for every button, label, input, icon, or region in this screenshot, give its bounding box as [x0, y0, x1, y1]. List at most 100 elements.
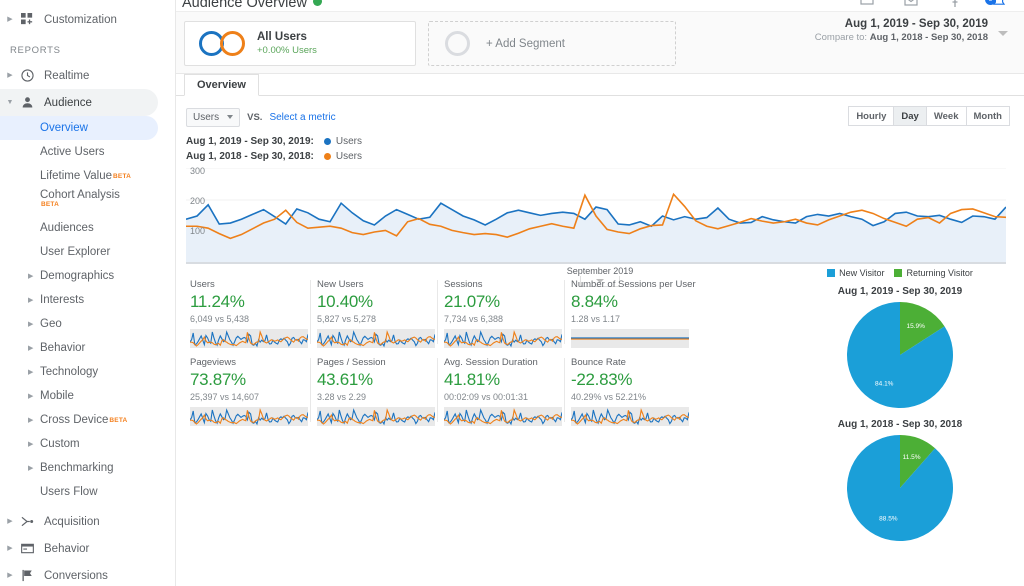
pin-icon[interactable] [948, 0, 962, 11]
metric-card-name: Sessions [444, 279, 483, 290]
compare-range: Aug 1, 2018 - Sep 30, 2018 [869, 32, 988, 43]
expand-arrow-icon: ▶ [28, 369, 34, 376]
sidebar-label-cohort-analysis: Cohort Analysis [40, 189, 120, 201]
segment-name: All Users [257, 31, 307, 43]
select-metric-link[interactable]: Select a metric [269, 112, 335, 123]
sidebar-item-user-explorer[interactable]: User Explorer [0, 240, 175, 264]
legend-label-returning-visitor: Returning Visitor [906, 268, 973, 278]
legend-range-compare: Aug 1, 2018 - Sep 30, 2018: [186, 151, 314, 162]
metric-card-percent: 8.84% [571, 292, 618, 311]
beta-badge: BETA [109, 416, 128, 424]
page-title-text: Audience Overview [182, 0, 307, 11]
granularity-week[interactable]: Week [925, 106, 966, 126]
svg-text:84.1%: 84.1% [875, 381, 894, 388]
metric-card[interactable]: Sessions 21.07% 7,734 vs 6,388 [440, 278, 567, 356]
granularity-month[interactable]: Month [965, 106, 1010, 126]
sidebar-label-audiences: Audiences [40, 222, 94, 234]
sidebar-item-customization[interactable]: ▶ Customization [0, 6, 175, 33]
expand-arrow-icon: ▶ [28, 393, 34, 400]
metric-card-sparkline [189, 407, 309, 426]
sidebar-item-lifetime-value[interactable]: Lifetime Value BETA [0, 164, 175, 188]
pie-chart-compare[interactable]: 11.5% 88.5% [846, 434, 954, 542]
date-range-compare: Compare to: Aug 1, 2018 - Sep 30, 2018 [815, 32, 988, 43]
metric-card[interactable]: New Users 10.40% 5,827 vs 5,278 [313, 278, 440, 356]
sidebar-item-demographics[interactable]: ▶ Demographics [0, 264, 175, 288]
sidebar-label-audience: Audience [44, 96, 92, 109]
metric-card-name: New Users [317, 279, 364, 290]
metric-card[interactable]: Pages / Session 43.61% 3.28 vs 2.29 [313, 356, 440, 434]
sidebar-item-behavior[interactable]: ▶ Behavior [0, 336, 175, 360]
expand-arrow-icon: ▶ [28, 321, 34, 328]
sidebar-item-realtime[interactable]: ▶ Realtime [0, 62, 175, 89]
metric-card[interactable]: Number of Sessions per User 8.84% 1.28 vs … [567, 278, 696, 356]
mail-icon[interactable] [904, 0, 918, 11]
metric-card-sparkline [189, 329, 309, 348]
sidebar-item-overview[interactable]: Overview [0, 116, 158, 140]
granularity-day[interactable]: Day [893, 106, 926, 126]
sidebar-section-reports: REPORTS [10, 45, 61, 56]
pie-legend: New Visitor Returning Visitor [782, 268, 1018, 278]
sidebar-item-audiences[interactable]: Audiences [0, 216, 175, 240]
metric-selector-row: Users VS. Select a metric Hourly Day Wee… [176, 102, 1024, 132]
empty-ring-icon [445, 31, 470, 56]
sidebar-item-mobile[interactable]: ▶ Mobile [0, 384, 175, 408]
expand-arrow-icon: ▶ [7, 71, 13, 79]
compare-prefix: Compare to: [814, 32, 868, 43]
pie-title-current: Aug 1, 2019 - Sep 30, 2019 [837, 286, 963, 297]
metric-card-comparison: 7,734 vs 6,388 [444, 314, 504, 324]
two-rings-icon [199, 30, 253, 57]
sidebar-item-benchmarking[interactable]: ▶ Benchmarking [0, 456, 175, 480]
metric-card-sparkline [571, 329, 689, 348]
expand-arrow-icon: ▶ [28, 273, 34, 280]
sidebar-item-geo[interactable]: ▶ Geo [0, 312, 175, 336]
sidebar-label-behavior-group: Behavior [44, 542, 90, 555]
users-line-chart[interactable]: 300 200 100 [185, 166, 1010, 264]
pie-title-compare: Aug 1, 2018 - Sep 30, 2018 [837, 419, 963, 430]
sidebar-label-technology: Technology [40, 366, 99, 378]
beta-badge: BETA [113, 172, 132, 180]
add-segment-button[interactable]: + Add Segment [428, 21, 676, 66]
sidebar-item-users-flow[interactable]: Users Flow [0, 480, 175, 504]
sidebar-item-conversions[interactable]: ▶ Conversions [0, 562, 175, 586]
metric-card-percent: 41.81% [444, 370, 500, 389]
beta-badge: BETA [41, 201, 60, 208]
granularity-hourly[interactable]: Hourly [848, 106, 894, 126]
metric-card-comparison: 40.29% vs 52.21% [571, 392, 647, 402]
metric-dropdown[interactable]: Users [186, 107, 241, 127]
sidebar-item-technology[interactable]: ▶ Technology [0, 360, 175, 384]
sidebar-label-customization: Customization [44, 13, 117, 26]
date-range-selector[interactable]: Aug 1, 2019 - Sep 30, 2019 Compare to: A… [815, 18, 1010, 43]
sidebar-label-user-explorer: User Explorer [40, 246, 111, 258]
legend-range-primary: Aug 1, 2019 - Sep 30, 2019: [186, 136, 314, 147]
swatch-new-visitor-icon [827, 269, 836, 277]
segment-bar: All Users +0.00% Users + Add Segment Aug… [176, 12, 1024, 74]
page-title: Audience Overview [182, 0, 322, 11]
sidebar-item-behavior-group[interactable]: ▶ Behavior [0, 535, 175, 562]
sidebar-item-acquisition[interactable]: ▶ Acquisition [0, 508, 175, 535]
line-chart-svg [185, 167, 1007, 264]
screen-icon[interactable] [860, 0, 874, 11]
chevron-down-icon [998, 31, 1008, 36]
sidebar-item-custom[interactable]: ▶ Custom [0, 432, 175, 456]
segment-all-users[interactable]: All Users +0.00% Users [184, 21, 416, 66]
sidebar-item-active-users[interactable]: Active Users [0, 140, 175, 164]
sidebar-label-lifetime-value: Lifetime Value [40, 170, 113, 182]
chevron-down-icon [227, 115, 234, 119]
tab-overview[interactable]: Overview [184, 74, 259, 96]
pie-chart-current[interactable]: 15.9% 84.1% [846, 301, 954, 409]
metric-card[interactable]: Pageviews 73.87% 25,397 vs 14,607 [186, 356, 313, 434]
sidebar-item-cross-device[interactable]: ▶ Cross Device BETA [0, 408, 175, 432]
notifications-icon[interactable]: 0 [985, 0, 1006, 11]
sidebar-item-audience[interactable]: ▼ Audience [0, 89, 158, 116]
sidebar-label-behavior: Behavior [40, 342, 86, 354]
svg-text:88.5%: 88.5% [879, 515, 898, 522]
sidebar-label-interests: Interests [40, 294, 85, 306]
metric-card-percent: 21.07% [444, 292, 500, 311]
sidebar-label-demographics: Demographics [40, 270, 115, 282]
metric-card[interactable]: Users 11.24% 6,049 vs 5,438 [186, 278, 313, 356]
legend-series-compare: Users [335, 151, 362, 162]
sidebar-item-interests[interactable]: ▶ Interests [0, 288, 175, 312]
metric-card[interactable]: Avg. Session Duration 41.81% 00:02:09 vs 0… [440, 356, 567, 434]
metric-card[interactable]: Bounce Rate -22.83% 40.29% vs 52.21% [567, 356, 694, 434]
sidebar-item-cohort-analysis[interactable]: Cohort Analysis BETA [0, 188, 175, 216]
